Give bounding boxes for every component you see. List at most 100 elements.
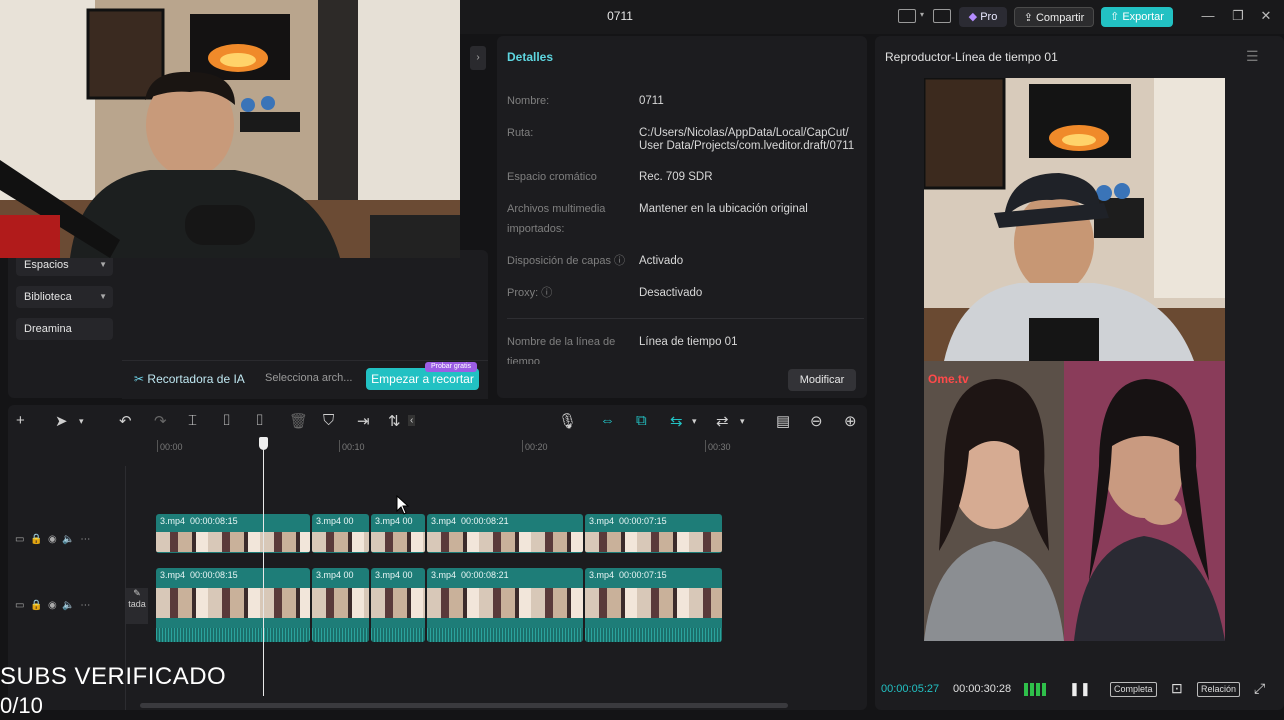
project-title: 0711 xyxy=(607,9,633,23)
video-scene-bottom xyxy=(924,361,1225,641)
layout-icon[interactable] xyxy=(898,9,916,23)
chevron-left-icon[interactable]: ‹ xyxy=(408,415,416,426)
track-icon[interactable]: ▭ xyxy=(15,534,24,545)
redo-icon[interactable]: ↷ xyxy=(154,412,167,430)
lock-icon[interactable]: 🔒 xyxy=(30,534,42,545)
playhead-handle[interactable] xyxy=(259,437,268,450)
more-icon[interactable]: ⋯ xyxy=(80,600,90,611)
webcam-scene xyxy=(0,0,460,258)
timeline-clip[interactable]: 3.mp4 00:00:08:15 xyxy=(156,568,310,642)
modify-button[interactable]: Modificar xyxy=(788,369,856,391)
detail-value-name: 0711 xyxy=(639,95,664,107)
eye-icon[interactable]: ◉ xyxy=(48,600,57,611)
select-tool-icon[interactable]: ➤ xyxy=(55,412,68,430)
clip-thumbnails xyxy=(312,588,369,618)
eye-icon[interactable]: ◉ xyxy=(48,534,57,545)
pause-icon[interactable]: ❚❚ xyxy=(1069,681,1091,697)
clip-thumbnails xyxy=(156,532,310,552)
video-scene-top xyxy=(924,78,1225,361)
microphone-icon[interactable]: 🎙 xyxy=(558,412,577,430)
ometv-logo: Ome.tv xyxy=(928,372,969,386)
pro-button[interactable]: ◆ Pro xyxy=(959,7,1007,27)
mouse-cursor-icon xyxy=(396,495,410,515)
ruler-tick xyxy=(157,440,158,452)
zoom-in-icon[interactable]: ⊕ xyxy=(844,412,857,430)
timeline-clip[interactable]: 3.mp4 00:00:08:21 xyxy=(427,568,583,642)
snap-icon[interactable]: ⧉ xyxy=(636,412,647,429)
clip-thumbnails xyxy=(427,588,583,618)
trial-badge: Probar gratis xyxy=(425,362,477,372)
link-icon[interactable]: ⇔ xyxy=(600,412,615,429)
sidebar-item-biblioteca[interactable]: Biblioteca ▼ xyxy=(16,286,113,308)
ai-file-select[interactable]: Selecciona arch... xyxy=(265,372,352,384)
more-icon[interactable]: ⋯ xyxy=(80,534,90,545)
chevron-down-icon[interactable]: ▾ xyxy=(740,416,745,427)
trim-right-icon[interactable]: ⌷ xyxy=(255,412,264,429)
player-title: Reproductor-Línea de tiempo 01 xyxy=(885,50,1058,64)
timeline-clip[interactable]: 3.mp4 00 xyxy=(371,514,425,553)
audio-waveform xyxy=(156,628,310,642)
align-icon[interactable]: ⇄ xyxy=(716,412,729,430)
audio-waveform xyxy=(371,628,425,642)
fit-icon[interactable]: ⊡ xyxy=(1171,680,1183,697)
detail-label-timeline: Nombre de la línea de tiempo xyxy=(507,336,616,364)
reverse-icon[interactable]: ⇅ xyxy=(388,412,401,430)
ruler-tick xyxy=(339,440,340,452)
cover-button[interactable]: ✎ tada xyxy=(126,588,148,624)
ai-cutter-title: ✂ Recortadora de IA xyxy=(134,372,245,386)
ratio-button[interactable]: Relación xyxy=(1197,682,1241,697)
share-button[interactable]: ⇪ Compartir xyxy=(1014,7,1094,27)
lock-icon[interactable]: 🔒 xyxy=(30,600,42,611)
shortcuts-icon[interactable] xyxy=(933,9,951,23)
timeline-clip[interactable]: 3.mp4 00:00:07:15 xyxy=(585,514,722,553)
sidebar-item-dreamina[interactable]: Dreamina xyxy=(16,318,113,340)
timeline-clip[interactable]: 3.mp4 00 xyxy=(371,568,425,642)
upload-icon: ⇧ xyxy=(1110,11,1120,23)
chevron-down-icon: ▼ xyxy=(99,292,107,301)
chevron-right-icon[interactable]: › xyxy=(470,46,486,70)
subs-overlay-count: 0/10 xyxy=(0,693,43,718)
timeline-clip[interactable]: 3.mp4 00 xyxy=(312,514,369,553)
split-icon[interactable]: ⌶ xyxy=(188,412,197,429)
preview-axis-icon[interactable]: ⇆ xyxy=(670,412,683,430)
restore-icon[interactable]: ❐ xyxy=(1230,8,1246,24)
track-icon[interactable]: ▭ xyxy=(15,600,24,611)
undo-icon[interactable]: ↶ xyxy=(119,412,132,430)
speaker-icon[interactable]: 🔈 xyxy=(62,600,74,611)
webcam-overlay xyxy=(0,0,460,258)
playhead-line[interactable] xyxy=(263,450,264,696)
detail-label-name: Nombre: xyxy=(507,95,550,107)
speaker-icon[interactable]: 🔈 xyxy=(62,534,74,545)
zoom-out-icon[interactable]: ⊖ xyxy=(810,412,823,430)
timeline-clip[interactable]: 3.mp4 00:00:07:15 xyxy=(585,568,722,642)
export-button[interactable]: ⇧ Exportar xyxy=(1101,7,1173,27)
subs-overlay-title: SUBS VERIFICADO xyxy=(0,663,227,690)
close-icon[interactable]: ✕ xyxy=(1258,8,1274,24)
menu-icon[interactable]: ☰ xyxy=(1246,48,1259,65)
chevron-down-icon[interactable]: ▾ xyxy=(79,416,84,427)
timeline-clip[interactable]: 3.mp4 00:00:08:15 xyxy=(156,514,310,553)
clip-thumbnails xyxy=(371,532,425,552)
chevron-down-icon[interactable]: ▾ xyxy=(692,416,697,427)
minimize-icon[interactable]: — xyxy=(1200,8,1216,23)
clip-thumbnails xyxy=(427,532,583,552)
caption-icon[interactable]: ▤ xyxy=(776,412,790,430)
chevron-down-icon[interactable]: ▾ xyxy=(920,10,924,19)
timeline-clip[interactable]: 3.mp4 00:00:08:21 xyxy=(427,514,583,553)
freeze-icon[interactable]: ⇥ xyxy=(357,412,370,430)
diamond-icon: ◆ xyxy=(968,11,978,23)
full-quality-button[interactable]: Completa xyxy=(1110,682,1157,697)
track-2-controls: ▭ 🔒 ◉ 🔈 ⋯ xyxy=(15,600,90,611)
detail-value-timeline: Línea de tiempo 01 xyxy=(639,336,738,348)
timeline-clip[interactable]: 3.mp4 00 xyxy=(312,568,369,642)
detail-label-layers: Disposición de capas ⓘ xyxy=(507,255,626,267)
fullscreen-icon[interactable]: ⤢ xyxy=(1254,680,1265,697)
timeline-scrollbar[interactable] xyxy=(140,703,788,708)
add-icon[interactable]: + xyxy=(16,412,25,429)
delete-icon[interactable]: 🗑 xyxy=(289,412,308,430)
audio-waveform xyxy=(585,628,722,642)
trim-left-icon[interactable]: ⌷ xyxy=(222,412,231,429)
clip-thumbnails xyxy=(585,532,722,552)
detail-value-proxy: Desactivado xyxy=(639,287,703,299)
shield-icon[interactable]: ⛉ xyxy=(323,412,334,429)
